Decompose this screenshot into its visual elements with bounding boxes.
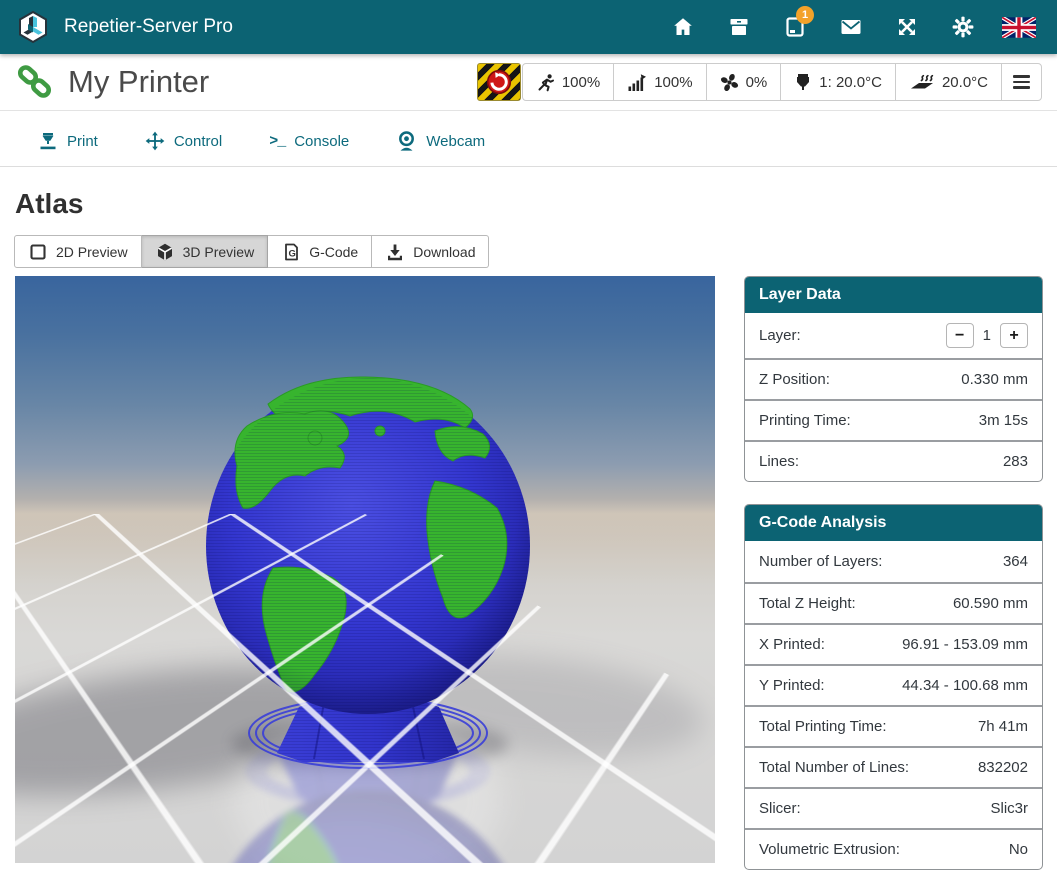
tab-control[interactable]: Control	[145, 130, 222, 152]
notification-badge: 1	[796, 6, 814, 24]
number-of-layers-row: Number of Layers: 364	[745, 541, 1042, 582]
download-icon	[385, 242, 405, 262]
cube-3d-icon	[155, 242, 175, 262]
emergency-stop-icon	[486, 69, 512, 95]
y-printed-row: Y Printed: 44.34 - 100.68 mm	[745, 664, 1042, 705]
messages-button[interactable]	[823, 0, 879, 54]
total-lines-row: Total Number of Lines: 832202	[745, 746, 1042, 787]
home-button[interactable]	[655, 0, 711, 54]
console-icon: >_	[269, 133, 285, 150]
gear-icon	[951, 15, 975, 39]
page-title: Atlas	[15, 188, 1057, 220]
tab-console-label: Console	[294, 133, 349, 150]
3d-preview-canvas[interactable]	[15, 276, 715, 863]
emergency-stop-button[interactable]	[477, 63, 521, 101]
z-position-row: Z Position: 0.330 mm	[745, 358, 1042, 399]
main-layout: Layer Data Layer: − 1 + Z Position: 0.33…	[0, 268, 1057, 892]
printer-header: My Printer 100%	[0, 54, 1057, 111]
bed-temp-chip[interactable]: 20.0°C	[895, 64, 1001, 100]
app-title: Repetier-Server Pro	[64, 16, 233, 38]
fullscreen-button[interactable]	[879, 0, 935, 54]
bed-temp-value: 20.0°C	[942, 74, 988, 91]
3d-preview-button[interactable]: 3D Preview	[142, 235, 269, 268]
3d-preview-label: 3D Preview	[183, 244, 255, 260]
app-logo-icon	[16, 10, 50, 44]
printer-status-bar: 100% 100%	[477, 63, 1042, 101]
tab-control-label: Control	[174, 133, 222, 150]
top-navbar: Repetier-Server Pro 1	[0, 0, 1057, 54]
flow-value: 100%	[654, 74, 692, 91]
extruder-temp-value: 1: 20.0°C	[819, 74, 882, 91]
speed-chip[interactable]: 100%	[523, 64, 613, 100]
webcam-icon	[396, 130, 417, 152]
uk-flag-icon	[1002, 17, 1036, 38]
layer-data-title: Layer Data	[745, 277, 1042, 313]
hamburger-icon	[1013, 75, 1030, 89]
info-panels: Layer Data Layer: − 1 + Z Position: 0.33…	[744, 276, 1043, 892]
layer-stepper: − 1 +	[946, 323, 1028, 348]
layer-value: 1	[983, 327, 991, 344]
gcode-file-icon: G	[281, 242, 301, 262]
home-icon	[671, 15, 695, 39]
layer-label: Layer:	[759, 327, 801, 344]
preview-toolbar: 2D Preview 3D Preview G G-Code Download	[14, 235, 489, 268]
connection-chain-icon	[15, 62, 55, 102]
gcode-analysis-title: G-Code Analysis	[745, 505, 1042, 541]
square-2d-icon	[28, 242, 48, 262]
layer-increment-button[interactable]: +	[1000, 323, 1028, 348]
fan-value: 0%	[746, 74, 768, 91]
printer-identity: My Printer	[15, 62, 209, 102]
gcode-button[interactable]: G G-Code	[268, 235, 372, 268]
x-printed-row: X Printed: 96.91 - 153.09 mm	[745, 623, 1042, 664]
total-printing-time-row: Total Printing Time: 7h 41m	[745, 705, 1042, 746]
heated-bed-icon	[909, 72, 935, 92]
gcode-label: G-Code	[309, 244, 358, 260]
2d-preview-button[interactable]: 2D Preview	[14, 235, 142, 268]
extruder-icon	[794, 73, 812, 91]
print-nozzle-icon	[38, 131, 58, 151]
move-arrows-icon	[145, 131, 165, 151]
volumetric-extrusion-row: Volumetric Extrusion: No	[745, 828, 1042, 869]
layer-row: Layer: − 1 +	[745, 313, 1042, 358]
mail-icon	[839, 15, 863, 39]
total-z-height-row: Total Z Height: 60.590 mm	[745, 582, 1042, 623]
expand-arrows-icon	[895, 15, 919, 39]
archive-button[interactable]	[711, 0, 767, 54]
speed-value: 100%	[562, 74, 600, 91]
printer-tabs: Print Control >_ Console Webcam	[0, 111, 1057, 167]
flow-chip[interactable]: 100%	[613, 64, 705, 100]
brand: Repetier-Server Pro	[16, 10, 233, 44]
language-button[interactable]	[991, 0, 1047, 54]
gcode-analysis-panel: G-Code Analysis Number of Layers: 364 To…	[744, 504, 1043, 870]
archive-box-icon	[727, 15, 751, 39]
extruder-temp-chip[interactable]: 1: 20.0°C	[780, 64, 895, 100]
settings-button[interactable]	[935, 0, 991, 54]
lines-row: Lines: 283	[745, 440, 1042, 481]
fan-icon	[720, 73, 739, 92]
tab-print-label: Print	[67, 133, 98, 150]
status-chip-group: 100% 100%	[522, 63, 1042, 101]
print-queue-button[interactable]: 1	[767, 0, 823, 54]
printing-time-row: Printing Time: 3m 15s	[745, 399, 1042, 440]
printer-title: My Printer	[68, 64, 209, 100]
layer-data-panel: Layer Data Layer: − 1 + Z Position: 0.33…	[744, 276, 1043, 482]
tab-console[interactable]: >_ Console	[269, 130, 349, 152]
download-label: Download	[413, 244, 475, 260]
fan-chip[interactable]: 0%	[706, 64, 781, 100]
slicer-row: Slicer: Slic3r	[745, 787, 1042, 828]
tab-webcam-label: Webcam	[426, 133, 485, 150]
download-button[interactable]: Download	[372, 235, 489, 268]
layer-decrement-button[interactable]: −	[946, 323, 974, 348]
printer-menu-button[interactable]	[1001, 64, 1041, 100]
speed-icon	[536, 73, 555, 92]
2d-preview-label: 2D Preview	[56, 244, 128, 260]
svg-text:G: G	[289, 248, 296, 259]
flow-icon	[627, 73, 647, 92]
tab-print[interactable]: Print	[38, 130, 98, 152]
tab-webcam[interactable]: Webcam	[396, 130, 485, 152]
globe-model-scene	[15, 276, 715, 863]
navbar-actions: 1	[655, 0, 1047, 54]
